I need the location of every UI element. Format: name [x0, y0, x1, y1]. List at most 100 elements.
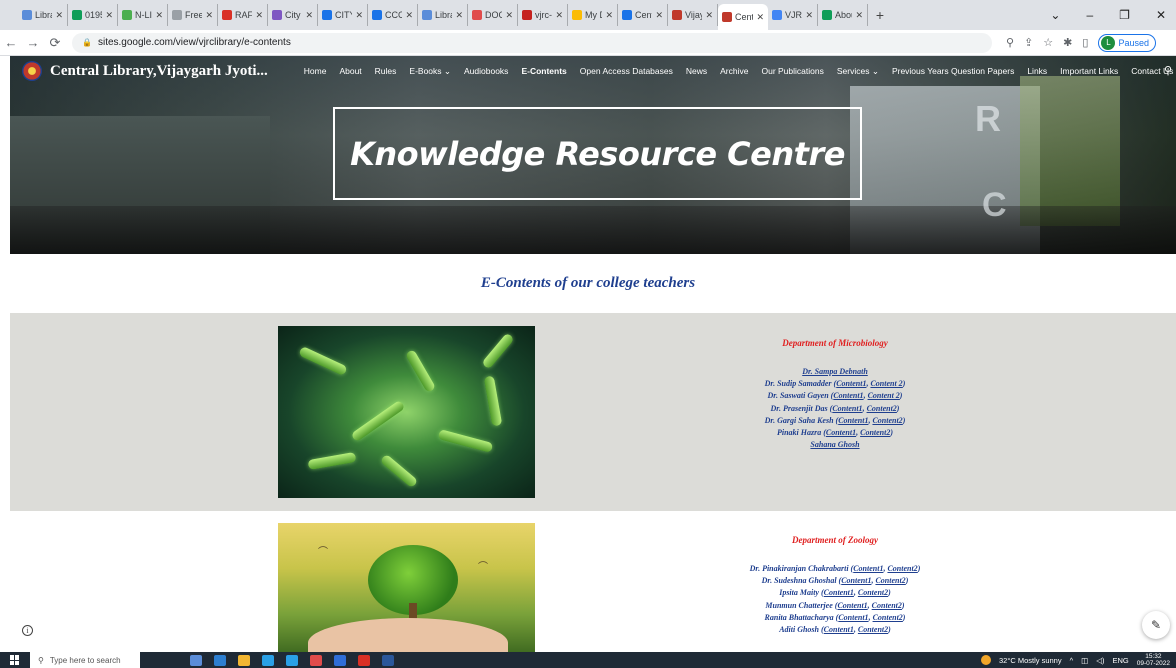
content-link[interactable]: Content2 — [867, 404, 897, 413]
nav-item-links[interactable]: Links — [1027, 66, 1047, 76]
share-icon[interactable]: ⇪ — [1024, 36, 1033, 49]
taskbar-app-icon[interactable] — [334, 654, 346, 666]
tab-close-icon[interactable]: ✕ — [756, 12, 764, 23]
tab-close-icon[interactable]: ✕ — [705, 10, 713, 21]
content-link[interactable]: Content1 — [841, 576, 871, 585]
start-button[interactable] — [0, 655, 30, 665]
taskbar-app-icon[interactable] — [310, 654, 322, 666]
weather-text[interactable]: 32°C Mostly sunny — [999, 656, 1062, 665]
extensions-icon[interactable]: ✱ — [1063, 36, 1072, 49]
tab-close-icon[interactable]: ✕ — [655, 10, 663, 21]
network-icon[interactable]: ◫ — [1081, 656, 1088, 665]
content-link[interactable]: Content2 — [858, 588, 888, 597]
tab-close-icon[interactable]: ✕ — [555, 10, 563, 21]
tab-close-icon[interactable]: ✕ — [205, 10, 213, 21]
browser-tab-librar[interactable]: Librar✕ — [18, 4, 68, 26]
browser-tab-about[interactable]: About✕ — [818, 4, 868, 26]
content-link[interactable]: Content1 — [836, 379, 866, 388]
nav-item-services[interactable]: Services ⌄ — [837, 66, 879, 77]
browser-tab-free[interactable]: Free ✕ — [168, 4, 218, 26]
nav-item-previous-years-question-papers[interactable]: Previous Years Question Papers — [892, 66, 1014, 76]
content-link[interactable]: Content2 — [887, 564, 917, 573]
tray-chevron-icon[interactable]: ^ — [1070, 656, 1074, 665]
info-icon[interactable]: i — [22, 625, 33, 636]
tab-close-icon[interactable]: ✕ — [155, 10, 163, 21]
content-link[interactable]: Content2 — [860, 428, 890, 437]
taskbar-app-icon[interactable] — [286, 654, 298, 666]
content-link[interactable]: Content1 — [838, 416, 868, 425]
browser-tab-centr[interactable]: Centr✕ — [618, 4, 668, 26]
browser-tab-vjrc[interactable]: VJRC✕ — [768, 4, 818, 26]
nav-item-news[interactable]: News — [686, 66, 707, 76]
tab-close-icon[interactable]: ✕ — [505, 10, 513, 21]
faculty-name-link[interactable]: Sahana Ghosh — [810, 440, 859, 449]
taskbar-app-icon[interactable] — [190, 654, 202, 666]
profile-button[interactable]: L Paused — [1098, 33, 1156, 52]
content-link[interactable]: Content1 — [826, 428, 856, 437]
tab-close-icon[interactable]: ✕ — [305, 10, 313, 21]
tab-close-icon[interactable]: ✕ — [55, 10, 63, 21]
taskbar-app-icon[interactable] — [382, 654, 394, 666]
bookmark-star-icon[interactable]: ☆ — [1043, 36, 1053, 49]
forward-icon[interactable]: → — [22, 35, 44, 50]
browser-tab-vijayg[interactable]: Vijayg✕ — [668, 4, 718, 26]
close-button[interactable]: ✕ — [1156, 8, 1166, 22]
reload-icon[interactable]: ⟳ — [44, 35, 66, 51]
url-field[interactable]: 🔒 sites.google.com/view/vjrclibrary/e-co… — [72, 32, 992, 53]
nav-item-archive[interactable]: Archive — [720, 66, 748, 76]
clock[interactable]: 15:32 09-07-2022 — [1137, 653, 1170, 667]
content-link[interactable]: Content2 — [858, 625, 888, 634]
nav-item-important-links[interactable]: Important Links — [1060, 66, 1118, 76]
tab-search-icon[interactable]: ⌄ — [1050, 8, 1060, 22]
content-link[interactable]: Content2 — [872, 416, 902, 425]
content-link[interactable]: Content1 — [833, 391, 863, 400]
content-link[interactable]: Content2 — [872, 601, 902, 610]
tab-close-icon[interactable]: ✕ — [405, 10, 413, 21]
taskbar-app-icon[interactable] — [214, 654, 226, 666]
content-link[interactable]: Content2 — [875, 576, 905, 585]
browser-tab-01951[interactable]: 01951✕ — [68, 4, 118, 26]
tab-close-icon[interactable]: ✕ — [605, 10, 613, 21]
zoom-icon[interactable]: ⚲ — [1006, 36, 1014, 49]
content-link[interactable]: Content1 — [832, 404, 862, 413]
taskbar-app-icon[interactable] — [358, 654, 370, 666]
browser-tab-vjrc[interactable]: vjrc- ✕ — [518, 4, 568, 26]
new-tab-button[interactable]: + — [868, 7, 892, 23]
content-link[interactable]: Content2 — [873, 613, 903, 622]
browser-tab-my-d[interactable]: My D✕ — [568, 4, 618, 26]
nav-item-e-books[interactable]: E-Books ⌄ — [409, 66, 451, 77]
volume-icon[interactable]: ◁) — [1096, 656, 1104, 665]
nav-item-open-access-databases[interactable]: Open Access Databases — [580, 66, 673, 76]
browser-tab-centr[interactable]: Centr✕ — [718, 4, 768, 30]
nav-item-audiobooks[interactable]: Audiobooks — [464, 66, 508, 76]
browser-tab-city[interactable]: CITY✕ — [318, 4, 368, 26]
content-link[interactable]: Content1 — [824, 625, 854, 634]
site-search-icon[interactable]: ⚲ — [1164, 64, 1172, 77]
taskbar-app-icon[interactable] — [238, 654, 250, 666]
tab-close-icon[interactable]: ✕ — [255, 10, 263, 21]
tab-close-icon[interactable]: ✕ — [355, 10, 363, 21]
browser-tab-n-lis[interactable]: N-LIS✕ — [118, 4, 168, 26]
minimize-button[interactable]: – — [1086, 8, 1093, 22]
edit-pencil-icon[interactable]: ✎ — [1142, 611, 1170, 639]
content-link[interactable]: Content1 — [824, 588, 854, 597]
tab-close-icon[interactable]: ✕ — [455, 10, 463, 21]
content-link[interactable]: Content 2 — [870, 379, 902, 388]
content-link[interactable]: Content1 — [837, 601, 867, 610]
browser-tab-doc[interactable]: DOC✕ — [468, 4, 518, 26]
nav-item-home[interactable]: Home — [304, 66, 327, 76]
nav-item-our-publications[interactable]: Our Publications — [761, 66, 823, 76]
browser-tab-raf[interactable]: RAF_✕ — [218, 4, 268, 26]
tab-close-icon[interactable]: ✕ — [805, 10, 813, 21]
content-link[interactable]: Content1 — [838, 613, 868, 622]
side-panel-icon[interactable]: ▯ — [1082, 36, 1088, 49]
taskbar-app-icon[interactable] — [262, 654, 274, 666]
browser-tab-librar[interactable]: Librar✕ — [418, 4, 468, 26]
back-icon[interactable]: ← — [0, 35, 22, 50]
taskbar-search-box[interactable]: ⚲ Type here to search — [30, 652, 140, 668]
browser-tab-ccce[interactable]: CCCE✕ — [368, 4, 418, 26]
site-logo[interactable] — [22, 61, 42, 81]
content-link[interactable]: Content1 — [853, 564, 883, 573]
content-link[interactable]: Content 2 — [868, 391, 900, 400]
tab-close-icon[interactable]: ✕ — [855, 10, 863, 21]
